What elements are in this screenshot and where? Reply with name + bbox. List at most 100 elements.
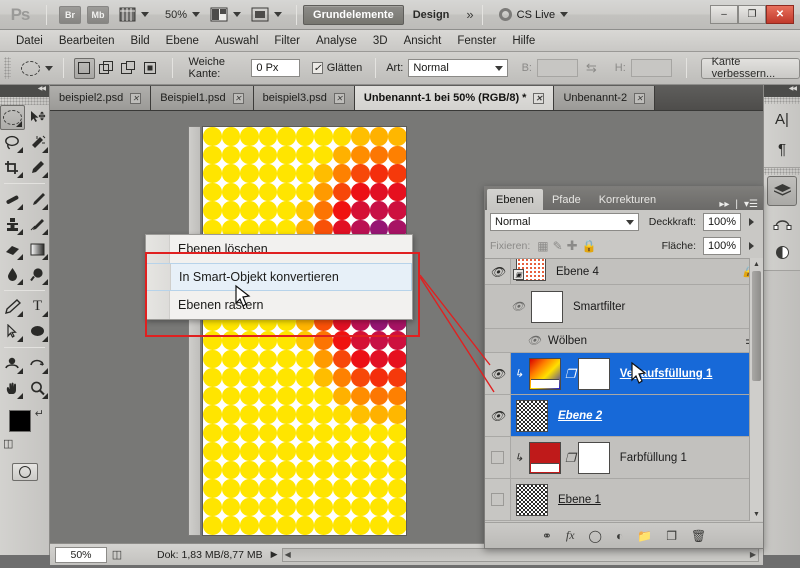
cs-live-button[interactable]: CS Live xyxy=(498,8,569,21)
filter-name[interactable]: Wölben xyxy=(548,335,587,347)
layer-row-smartfilter[interactable]: 👁 Smartfilter xyxy=(485,285,763,329)
layer-mask-thumbnail[interactable] xyxy=(577,357,610,390)
menu-analyse[interactable]: Analyse xyxy=(308,33,365,49)
launch-bridge-button[interactable]: Br xyxy=(59,5,81,24)
foreground-color-swatch[interactable] xyxy=(9,410,31,432)
tab-unbenannt-1[interactable]: Unbenannt-1 bei 50% (RGB/8) * ✕ xyxy=(354,86,555,110)
layer-row-woelben[interactable]: 👁 Wölben ⚌ xyxy=(485,329,763,353)
default-colors-icon[interactable]: ◫ xyxy=(3,437,13,450)
fill-stepper-icon[interactable] xyxy=(749,242,758,250)
layer-context-menu[interactable]: Ebenen löschen In Smart-Objekt konvertie… xyxy=(145,234,413,320)
mini-bridge-button[interactable]: Mb xyxy=(87,5,109,24)
height-input[interactable] xyxy=(630,59,672,77)
layer-name[interactable]: Smartfilter xyxy=(573,301,625,313)
eye-icon[interactable]: 👁 xyxy=(511,300,525,313)
intersect-selection-button[interactable] xyxy=(140,58,161,79)
view-extras-button[interactable] xyxy=(119,5,149,25)
lock-image-icon[interactable]: ✎ xyxy=(553,239,563,253)
layer-row-farbfuellung-1[interactable]: ↳ ❐ Farbfüllung 1 xyxy=(485,437,763,479)
close-button[interactable]: ✕ xyxy=(766,5,794,24)
layer-row-ebene-4[interactable]: 👁 Ebene 4 🔒 ▣ xyxy=(485,259,763,285)
right-dock-collapse[interactable] xyxy=(764,85,800,97)
visibility-toggle[interactable] xyxy=(485,437,511,478)
new-selection-button[interactable] xyxy=(73,57,95,79)
layer-thumbnail[interactable] xyxy=(529,441,561,474)
feather-input[interactable]: 0 Px xyxy=(251,59,301,77)
layer-row-ebene-1[interactable]: Ebene 1 xyxy=(485,479,763,521)
tab-korrekturen[interactable]: Korrekturen xyxy=(590,189,665,210)
quick-mask-button[interactable] xyxy=(11,463,38,481)
close-icon[interactable]: ✕ xyxy=(232,92,244,104)
tab-ebenen[interactable]: Ebenen xyxy=(487,189,543,210)
screen-mode-button[interactable] xyxy=(210,5,242,25)
3d-rotate-tool[interactable] xyxy=(0,351,25,376)
menu-ebene[interactable]: Ebene xyxy=(158,33,207,49)
layer-thumbnail[interactable] xyxy=(529,357,561,390)
crop-tool[interactable] xyxy=(0,155,25,180)
menu-ansicht[interactable]: Ansicht xyxy=(396,33,450,49)
visibility-toggle[interactable]: 👁 xyxy=(485,259,511,284)
layer-name[interactable]: Ebene 1 xyxy=(558,494,601,506)
menu-bild[interactable]: Bild xyxy=(122,33,157,49)
close-icon[interactable]: ✕ xyxy=(333,92,345,104)
menu-auswahl[interactable]: Auswahl xyxy=(207,33,266,49)
smartfilter-mask-thumbnail[interactable] xyxy=(530,290,563,323)
layer-name[interactable]: Ebene 4 xyxy=(556,266,599,278)
arrange-documents-button[interactable] xyxy=(251,5,283,25)
workspace-grundelemente[interactable]: Grundelemente xyxy=(303,4,404,25)
menu-item-ebenen-rastern[interactable]: Ebenen rastern xyxy=(146,291,412,319)
scroll-down-arrow[interactable]: ▼ xyxy=(750,508,763,521)
opacity-input[interactable]: 100% xyxy=(703,213,741,231)
lock-position-icon[interactable]: ✚ xyxy=(567,238,578,254)
antialias-checkbox[interactable]: ✓ xyxy=(312,62,323,74)
link-layers-button[interactable]: ⚭ xyxy=(542,529,552,543)
scroll-right-arrow[interactable]: ▶ xyxy=(750,550,756,559)
hand-tool[interactable] xyxy=(0,376,25,401)
fill-input[interactable]: 100% xyxy=(703,237,741,255)
character-panel-icon[interactable]: A| xyxy=(764,104,800,134)
minimize-button[interactable]: – xyxy=(710,5,738,24)
magic-wand-tool[interactable] xyxy=(25,130,50,155)
paths-panel-icon[interactable] xyxy=(764,207,800,237)
collapse-panel-icon[interactable]: ▸▸ xyxy=(719,199,729,210)
zoom-level-value[interactable]: 50% xyxy=(165,9,187,21)
tools-panel-collapse[interactable] xyxy=(0,85,49,97)
layer-list[interactable]: 👁 Ebene 4 🔒 ▣ 👁 Smartfilter 👁 Wölben ⚌ 👁 xyxy=(485,258,763,521)
layer-style-button[interactable]: fx xyxy=(566,528,575,543)
width-input[interactable] xyxy=(537,59,578,77)
adjustments-panel-icon[interactable] xyxy=(764,237,800,267)
dock-group-grip[interactable] xyxy=(764,97,800,104)
tab-beispiel3[interactable]: beispiel3.psd ✕ xyxy=(253,86,355,110)
scroll-up-arrow[interactable]: ▲ xyxy=(750,258,763,271)
scrollbar-thumb[interactable] xyxy=(752,271,761,381)
workspace-design[interactable]: Design xyxy=(404,5,459,25)
current-tool-button[interactable] xyxy=(20,58,53,78)
restore-button[interactable]: ❐ xyxy=(738,5,766,24)
panel-menu-icon[interactable]: ▾☰ xyxy=(744,199,758,210)
layer-name[interactable]: Farbfüllung 1 xyxy=(620,452,687,464)
layer-row-verlaufsfuellung-1[interactable]: 👁 ↳ ❐ Verlaufsfüllung 1 xyxy=(485,353,763,395)
tab-pfade[interactable]: Pfade xyxy=(543,189,590,210)
dodge-tool[interactable] xyxy=(25,262,50,287)
spot-healing-tool[interactable] xyxy=(0,187,25,212)
history-brush-tool[interactable] xyxy=(25,212,50,237)
visibility-toggle[interactable]: 👁 xyxy=(485,395,511,436)
delete-layer-button[interactable]: 🗑 xyxy=(691,529,706,543)
zoom-tool[interactable] xyxy=(25,376,50,401)
eraser-tool[interactable] xyxy=(0,237,25,262)
add-to-selection-button[interactable] xyxy=(96,58,117,79)
ellipse-shape-tool[interactable] xyxy=(25,319,50,344)
tab-beispiel2[interactable]: beispiel2.psd ✕ xyxy=(50,86,152,110)
close-icon[interactable]: ✕ xyxy=(533,92,545,104)
gradient-tool[interactable] xyxy=(25,237,50,262)
menu-hilfe[interactable]: Hilfe xyxy=(504,33,543,49)
menu-bearbeiten[interactable]: Bearbeiten xyxy=(51,33,123,49)
tab-beispiel1[interactable]: Beispiel1.psd ✕ xyxy=(151,86,254,110)
lasso-tool[interactable] xyxy=(0,130,25,155)
lock-transparency-icon[interactable]: ▦ xyxy=(537,239,548,253)
subtract-from-selection-button[interactable] xyxy=(118,58,139,79)
status-expand-arrow[interactable]: ▶ xyxy=(271,549,278,560)
scroll-left-arrow[interactable]: ◀ xyxy=(285,550,291,559)
menu-item-in-smart-objekt-konvertieren[interactable]: In Smart-Objekt konvertieren xyxy=(146,263,412,291)
document-preview-icon[interactable]: ◫ xyxy=(107,548,127,561)
